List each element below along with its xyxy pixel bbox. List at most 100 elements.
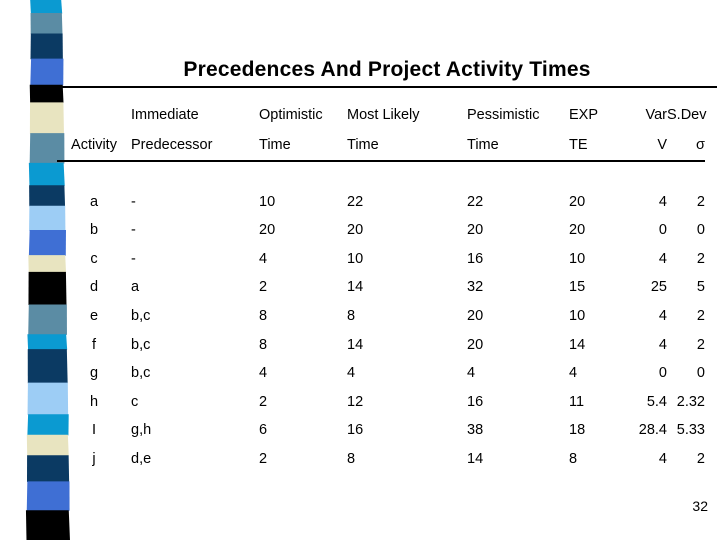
cell-pessimistic-time: 20 — [467, 222, 484, 239]
cell-predecessor: b,c — [131, 336, 151, 353]
table-row: a - 10 22 22 20 4 2 — [57, 181, 705, 210]
cell-pessimistic-time: 4 — [467, 365, 476, 382]
cell-pessimistic-time: 16 — [467, 250, 484, 267]
cell-exp-te: 11 — [569, 393, 585, 410]
header-optimistic-time: Time — [259, 136, 291, 153]
cell-exp-te: 10 — [569, 308, 586, 325]
cell-activity: j — [92, 451, 96, 468]
cell-optimistic-time: 8 — [259, 336, 268, 353]
header-predecessor: Predecessor — [131, 136, 213, 153]
cell-activity: f — [91, 336, 97, 353]
cell-sdev-sigma: 5.33 — [676, 422, 705, 439]
table-header: Immediate Optimistic Most Likely Pessimi… — [57, 96, 707, 152]
table: Immediate Optimistic Most Likely Pessimi… — [57, 96, 707, 467]
cell-exp-te: 20 — [569, 222, 586, 239]
header-predecessor-top: Immediate — [131, 106, 199, 123]
cell-predecessor: d,e — [131, 451, 152, 468]
table-header-row-bottom: Activity Predecessor Time Time Time TE V… — [57, 122, 705, 152]
cell-predecessor: b,c — [131, 365, 151, 382]
cell-optimistic-time: 2 — [259, 451, 268, 468]
cell-mostlikely-time: 12 — [347, 393, 364, 410]
cell-exp-te: 14 — [569, 336, 586, 353]
header-exp-te: TE — [569, 136, 588, 153]
header-activity: Activity — [71, 136, 117, 153]
header-pessimistic-top: Pessimistic — [467, 106, 540, 123]
stripe-band — [30, 13, 63, 35]
cell-optimistic-time: 6 — [259, 422, 268, 439]
cell-pessimistic-time: 22 — [467, 193, 484, 210]
table-row: j d,e 2 8 14 8 4 2 — [57, 438, 705, 467]
table-body: a -10 22 22 20 4 2 b -20 20 20 20 0 0 c -4 10 16 10 4 2 d a 2 14… — [57, 152, 705, 467]
stripe-band — [26, 481, 70, 511]
cell-activity: I — [91, 422, 97, 439]
cell-exp-te: 8 — [569, 451, 578, 468]
cell-pessimistic-time: 20 — [467, 308, 484, 325]
cell-pessimistic-time: 32 — [467, 279, 484, 296]
cell-optimistic-time: 4 — [259, 365, 268, 382]
cell-pessimistic-time: 20 — [467, 336, 484, 353]
table-row: c - 4 10 16 10 4 2 — [57, 238, 705, 267]
table-header-row-top: Immediate Optimistic Most Likely Pessimi… — [57, 96, 707, 123]
cell-optimistic-time: 10 — [259, 193, 276, 210]
cell-var-v: 5.4 — [646, 393, 667, 410]
cell-exp-te: 20 — [569, 193, 586, 210]
cell-sdev-sigma: 2 — [696, 336, 705, 353]
cell-sdev-sigma: 2 — [696, 451, 705, 468]
cell-sdev-sigma: 5 — [696, 279, 705, 296]
header-var-v: V — [657, 136, 667, 153]
cell-activity: c — [90, 250, 98, 267]
table-row: b - 20 20 20 20 0 0 — [57, 209, 705, 238]
table-row: g b,c 4 4 4 4 0 0 — [57, 352, 705, 381]
page-title: Precedences And Project Activity Times — [183, 58, 591, 81]
cell-exp-te: 15 — [569, 279, 586, 296]
cell-mostlikely-time: 8 — [347, 451, 356, 468]
cell-pessimistic-time: 14 — [467, 451, 484, 468]
cell-mostlikely-time: 4 — [347, 365, 356, 382]
cell-sdev-sigma: 2 — [696, 308, 705, 325]
title-divider — [57, 86, 717, 88]
cell-var-v: 28.4 — [638, 422, 667, 439]
cell-mostlikely-time: 16 — [347, 422, 364, 439]
cell-pessimistic-time: 16 — [467, 393, 484, 410]
cell-predecessor: - — [131, 250, 136, 267]
header-mostlikely-top: Most Likely — [347, 106, 420, 123]
table-row: h c 2 12 16 11 5.4 2.32 — [57, 381, 705, 410]
cell-optimistic-time: 2 — [259, 393, 268, 410]
header-activity-top — [57, 96, 131, 122]
header-sdev-sigma: σ — [696, 136, 705, 153]
header-optimistic-top: Optimistic — [259, 106, 323, 123]
header-divider — [57, 160, 705, 162]
cell-var-v: 4 — [658, 308, 667, 325]
cell-sdev-sigma: 0 — [696, 222, 705, 239]
activity-times-table: Immediate Optimistic Most Likely Pessimi… — [57, 96, 717, 467]
cell-optimistic-time: 8 — [259, 308, 268, 325]
table-row: e b,c 8 8 20 10 4 2 — [57, 295, 705, 324]
header-pessimistic-time: Time — [467, 136, 499, 153]
table-spacer-cell — [57, 152, 705, 181]
header-mostlikely-time: Time — [347, 136, 379, 153]
cell-exp-te: 18 — [569, 422, 586, 439]
cell-var-v: 4 — [658, 336, 667, 353]
cell-sdev-sigma: 2 — [696, 193, 705, 210]
page-number: 32 — [692, 498, 708, 514]
cell-var-v: 0 — [658, 222, 667, 239]
table-spacer-row — [57, 152, 705, 181]
cell-exp-te: 10 — [569, 250, 586, 267]
cell-var-v: 4 — [658, 250, 667, 267]
cell-activity: h — [89, 393, 99, 410]
cell-optimistic-time: 4 — [259, 250, 268, 267]
cell-sdev-sigma: 2.32 — [676, 393, 705, 410]
header-sdev-top: S.Dev — [667, 106, 707, 123]
cell-sdev-sigma: 0 — [696, 365, 705, 382]
cell-optimistic-time: 20 — [259, 222, 276, 239]
cell-activity: a — [89, 193, 99, 210]
cell-exp-te: 4 — [569, 365, 578, 382]
cell-optimistic-time: 2 — [259, 279, 268, 296]
cell-mostlikely-time: 10 — [347, 250, 364, 267]
cell-predecessor: b,c — [131, 308, 151, 325]
cell-predecessor: - — [131, 222, 136, 239]
cell-predecessor: c — [131, 393, 139, 410]
table-row: f b,c 8 14 20 14 4 2 — [57, 324, 705, 353]
cell-mostlikely-time: 14 — [347, 336, 364, 353]
cell-sdev-sigma: 2 — [696, 250, 705, 267]
